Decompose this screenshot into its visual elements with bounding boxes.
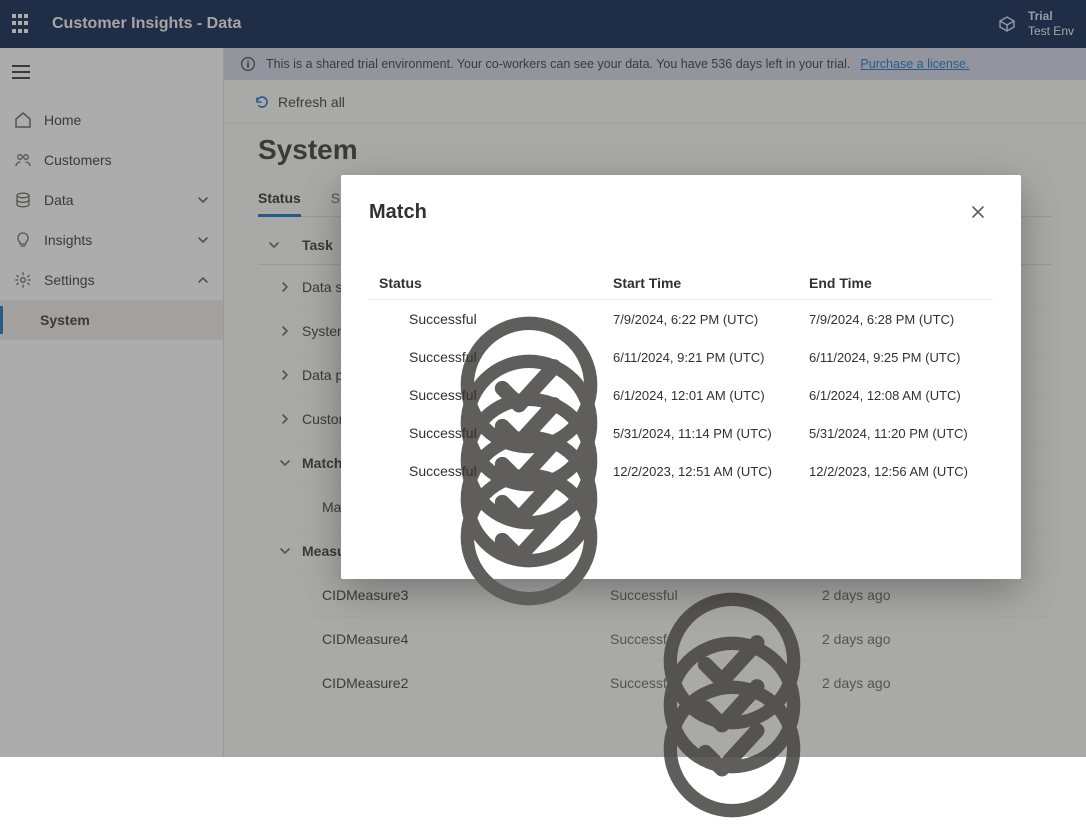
- start-time: 6/11/2024, 9:21 PM (UTC): [613, 350, 809, 365]
- status-text: Successful: [409, 387, 477, 403]
- check-circle-icon: [379, 348, 397, 366]
- col-end: End Time: [809, 275, 983, 291]
- end-time: 7/9/2024, 6:28 PM (UTC): [809, 312, 983, 327]
- end-time: 12/2/2023, 12:56 AM (UTC): [809, 464, 983, 479]
- end-time: 5/31/2024, 11:20 PM (UTC): [809, 426, 983, 441]
- match-dialog: Match Status Start Time End Time Success…: [341, 175, 1021, 579]
- start-time: 5/31/2024, 11:14 PM (UTC): [613, 426, 809, 441]
- status-text: Successful: [409, 425, 477, 441]
- end-time: 6/1/2024, 12:08 AM (UTC): [809, 388, 983, 403]
- close-icon: [971, 205, 985, 219]
- check-circle-icon: [379, 424, 397, 442]
- dialog-row: Successful 7/9/2024, 6:22 PM (UTC) 7/9/2…: [369, 300, 993, 338]
- check-circle-icon: [379, 462, 397, 480]
- status-text: Successful: [409, 463, 477, 479]
- dialog-close-button[interactable]: [963, 197, 993, 227]
- start-time: 6/1/2024, 12:01 AM (UTC): [613, 388, 809, 403]
- col-start: Start Time: [613, 275, 809, 291]
- dialog-grid-header: Status Start Time End Time: [369, 267, 993, 300]
- col-status: Status: [379, 275, 613, 291]
- start-time: 12/2/2023, 12:51 AM (UTC): [613, 464, 809, 479]
- dialog-title: Match: [369, 201, 427, 224]
- status-text: Successful: [409, 311, 477, 327]
- end-time: 6/11/2024, 9:25 PM (UTC): [809, 350, 983, 365]
- status-text: Successful: [409, 349, 477, 365]
- start-time: 7/9/2024, 6:22 PM (UTC): [613, 312, 809, 327]
- check-circle-icon: [379, 386, 397, 404]
- check-circle-icon: [379, 310, 397, 328]
